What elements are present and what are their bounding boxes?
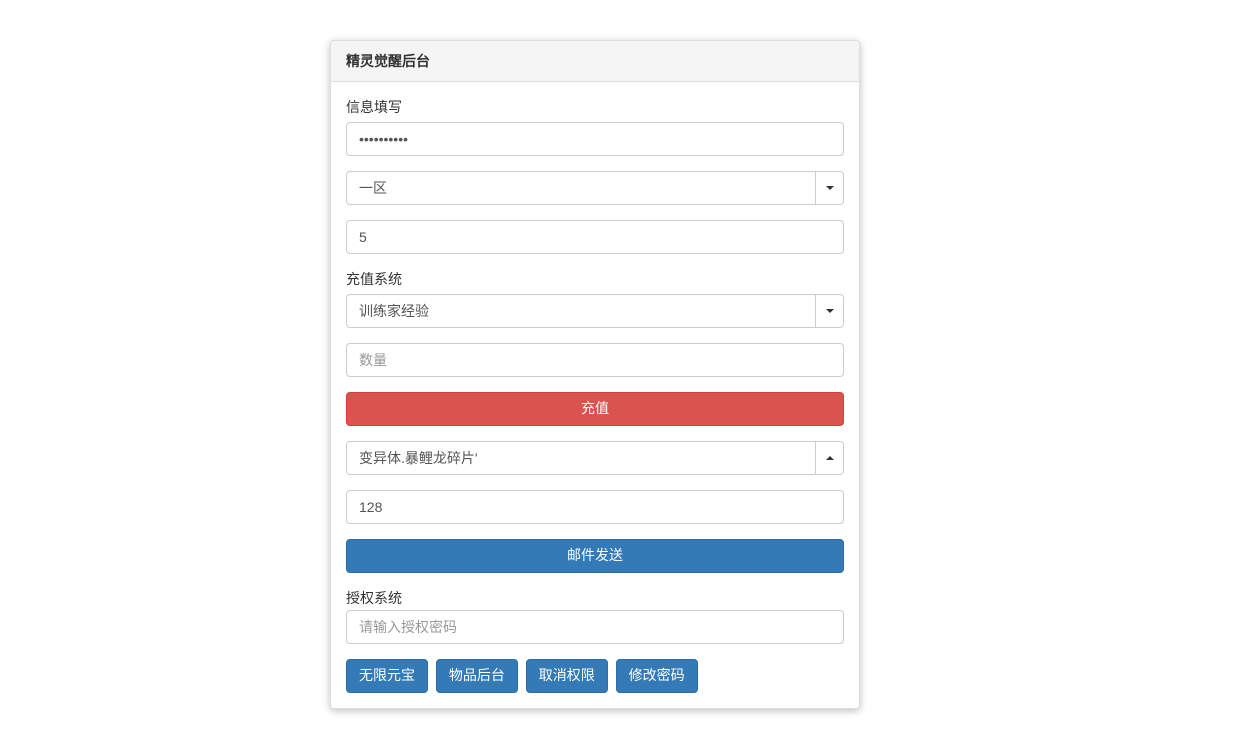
chevron-down-icon — [826, 309, 834, 313]
item-input[interactable] — [346, 441, 816, 475]
auth-password-input[interactable] — [346, 610, 844, 644]
recharge-type-combobox[interactable] — [346, 294, 844, 328]
unlimited-gold-button[interactable]: 无限元宝 — [346, 659, 428, 693]
auth-section-label: 授权系统 — [346, 588, 844, 608]
panel-body: 信息填写 充值系统 — [331, 82, 859, 708]
zone-combobox[interactable] — [346, 171, 844, 205]
zone-dropdown-button[interactable] — [816, 171, 844, 205]
password-input[interactable] — [346, 122, 844, 156]
mail-send-button[interactable]: 邮件发送 — [346, 539, 844, 573]
chevron-up-icon — [826, 456, 834, 460]
info-section-label: 信息填写 — [346, 97, 844, 117]
chevron-down-icon — [826, 186, 834, 190]
zone-input[interactable] — [346, 171, 816, 205]
change-password-button[interactable]: 修改密码 — [616, 659, 698, 693]
item-combobox[interactable] — [346, 441, 844, 475]
item-dropdown-button[interactable] — [816, 441, 844, 475]
panel-title: 精灵觉醒后台 — [331, 41, 859, 82]
items-backend-button[interactable]: 物品后台 — [436, 659, 518, 693]
recharge-section-label: 充值系统 — [346, 269, 844, 289]
item-quantity-input[interactable] — [346, 490, 844, 524]
action-button-row: 无限元宝 物品后台 取消权限 修改密码 — [346, 659, 844, 693]
admin-panel: 精灵觉醒后台 信息填写 充值系统 — [330, 40, 860, 709]
recharge-type-input[interactable] — [346, 294, 816, 328]
recharge-button[interactable]: 充值 — [346, 392, 844, 426]
revoke-permission-button[interactable]: 取消权限 — [526, 659, 608, 693]
number-input[interactable] — [346, 220, 844, 254]
quantity-input[interactable] — [346, 343, 844, 377]
recharge-type-dropdown-button[interactable] — [816, 294, 844, 328]
